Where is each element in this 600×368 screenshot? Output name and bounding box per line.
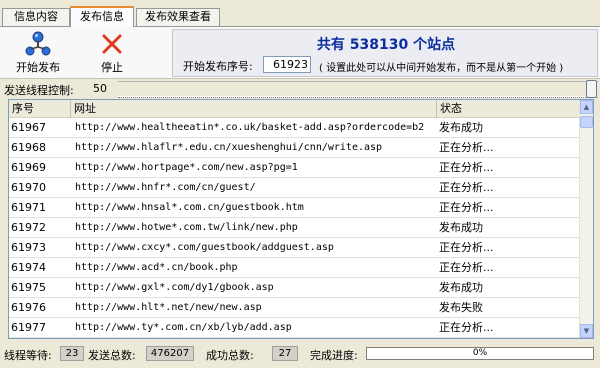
table-row[interactable]: 61974 http://www.acd*.cn/book.php 正在分析... [9, 258, 581, 278]
table-row[interactable]: 61967 http://www.healtheeatin*.co.uk/bask… [9, 118, 581, 138]
start-publish-label: 开始发布 [16, 61, 60, 74]
row-url: http://www.hlt*.net/new/new.asp [75, 302, 262, 313]
row-status: 发布成功 [439, 221, 483, 234]
row-url: http://www.healtheeatin*.co.uk/basket-ad… [75, 122, 425, 133]
row-index: 61971 [11, 201, 46, 214]
scroll-down-icon[interactable]: ▼ [580, 324, 593, 338]
grid-header: 序号 网址 状态 [9, 100, 581, 118]
row-status: 发布失败 [439, 301, 483, 314]
row-url: http://www.homela*.idv.tw/~enji/food/gbo… [71, 338, 437, 339]
row-status: 正在分析... [439, 161, 494, 174]
table-row[interactable]: 61975 http://www.gxl*.com/dy1/gbook.asp 发布… [9, 278, 581, 298]
table-row[interactable]: 61972 http://www.hotwe*.com.tw/link/new.p… [9, 218, 581, 238]
success-value: 27 [272, 346, 298, 361]
row-index: 61978 [9, 338, 71, 339]
thread-control-row: 发送线程控制: 50 [0, 79, 600, 99]
row-index: 61967 [11, 121, 46, 134]
header-status[interactable]: 状态 [437, 100, 581, 118]
grid-body: 61967 http://www.healtheeatin*.co.uk/bask… [9, 118, 581, 338]
status-bar: 线程等待: 23 发送总数: 476207 成功总数: 27 完成进度: 0% [0, 344, 600, 364]
row-url: http://www.ty*.com.cn/xb/lyb/add.asp [75, 322, 292, 333]
row-url: http://www.cxcy*.com/guestbook/addguest.… [75, 242, 334, 253]
tab-bar: 信息内容 发布信息 发布效果查看 [0, 0, 600, 27]
wait-value: 23 [60, 346, 84, 361]
wait-label: 线程等待: [4, 349, 52, 362]
table-row[interactable]: 61969 http://www.hortpage*.com/new.asp?pg… [9, 158, 581, 178]
table-row[interactable]: 61978http://www.homela*.idv.tw/~enji/foo… [9, 338, 581, 339]
row-status: 正在分析... [439, 261, 494, 274]
row-url: http://www.hnsal*.com.cn/guestbook.htm [75, 202, 304, 213]
thread-control-value: 50 [93, 82, 107, 95]
thread-slider-track[interactable] [118, 81, 598, 97]
row-status: 正在分析... [439, 141, 494, 154]
row-status: 正在分析... [439, 201, 494, 214]
success-label: 成功总数: [206, 349, 254, 362]
table-row[interactable]: 61976 http://www.hlt*.net/new/new.asp 发布失败 [9, 298, 581, 318]
network-start-icon [25, 31, 51, 56]
thread-slider-thumb[interactable] [586, 80, 597, 98]
table-row[interactable]: 61968 http://www.hlaflr*.edu.cn/xueshengh… [9, 138, 581, 158]
row-index: 61974 [11, 261, 46, 274]
sent-label: 发送总数: [88, 349, 136, 362]
row-url: http://www.gxl*.com/dy1/gbook.asp [75, 282, 274, 293]
progress-bar: 0% [366, 347, 594, 360]
row-status: 发布失败 [437, 338, 581, 339]
row-index: 61975 [11, 281, 46, 294]
sent-value: 476207 [146, 346, 194, 361]
row-index: 61969 [11, 161, 46, 174]
row-status: 正在分析... [439, 181, 494, 194]
thread-control-label: 发送线程控制: [4, 84, 74, 97]
row-index: 61970 [11, 181, 46, 194]
row-status: 正在分析... [439, 321, 494, 334]
row-url: http://www.hnfr*.com/cn/guest/ [75, 182, 256, 193]
tab-publish-info[interactable]: 发布信息 [70, 6, 134, 27]
row-status: 发布成功 [439, 281, 483, 294]
toolbar: 开始发布 停止 共有 538130 个站点 开始发布序号: ( 设置此处可以从中… [0, 27, 600, 79]
vertical-scrollbar[interactable]: ▲ ▼ [579, 100, 593, 338]
stop-x-icon [102, 34, 122, 54]
tab-publish-result[interactable]: 发布效果查看 [136, 8, 220, 26]
row-index: 61972 [11, 221, 46, 234]
stop-label: 停止 [101, 61, 123, 74]
row-index: 61976 [11, 301, 46, 314]
row-url: http://www.hlaflr*.edu.cn/xueshenghui/cn… [75, 142, 383, 153]
scroll-up-icon[interactable]: ▲ [580, 100, 593, 114]
header-index[interactable]: 序号 [9, 100, 71, 118]
table-row[interactable]: 61970 http://www.hnfr*.com/cn/guest/正在分析.… [9, 178, 581, 198]
site-list-grid: 序号 网址 状态 61967 http://www.healtheeatin*.c… [8, 99, 594, 339]
table-row[interactable]: 61977 http://www.ty*.com.cn/xb/lyb/add.as… [9, 318, 581, 338]
row-url: http://www.hotwe*.com.tw/link/new.php [75, 222, 298, 233]
header-url[interactable]: 网址 [71, 100, 437, 118]
row-index: 61973 [11, 241, 46, 254]
row-index: 61968 [11, 141, 46, 154]
progress-text: 0% [472, 348, 488, 358]
info-panel: 共有 538130 个站点 开始发布序号: ( 设置此处可以从中间开始发布，而不… [172, 29, 598, 77]
scroll-thumb[interactable] [580, 116, 593, 128]
row-status: 发布成功 [439, 121, 483, 134]
total-sites-text: 共有 538130 个站点 [316, 37, 456, 53]
table-row[interactable]: 61973 http://www.cxcy*.com/guestbook/addg… [9, 238, 581, 258]
progress-label: 完成进度: [310, 349, 358, 362]
start-index-label: 开始发布序号: [183, 60, 253, 73]
row-index: 61977 [11, 321, 46, 334]
tab-info-content[interactable]: 信息内容 [2, 8, 70, 26]
stop-button[interactable]: 停止 [86, 29, 138, 77]
start-index-input[interactable] [263, 56, 311, 73]
start-index-note: ( 设置此处可以从中间开始发布，而不是从第一个开始 ) [319, 63, 564, 74]
row-url: http://www.acd*.cn/book.php [75, 262, 238, 273]
start-publish-button[interactable]: 开始发布 [12, 29, 64, 77]
table-row[interactable]: 61971 http://www.hnsal*.com.cn/guestbook.… [9, 198, 581, 218]
row-url: http://www.hortpage*.com/new.asp?pg=1 [75, 162, 298, 173]
row-status: 正在分析... [439, 241, 494, 254]
